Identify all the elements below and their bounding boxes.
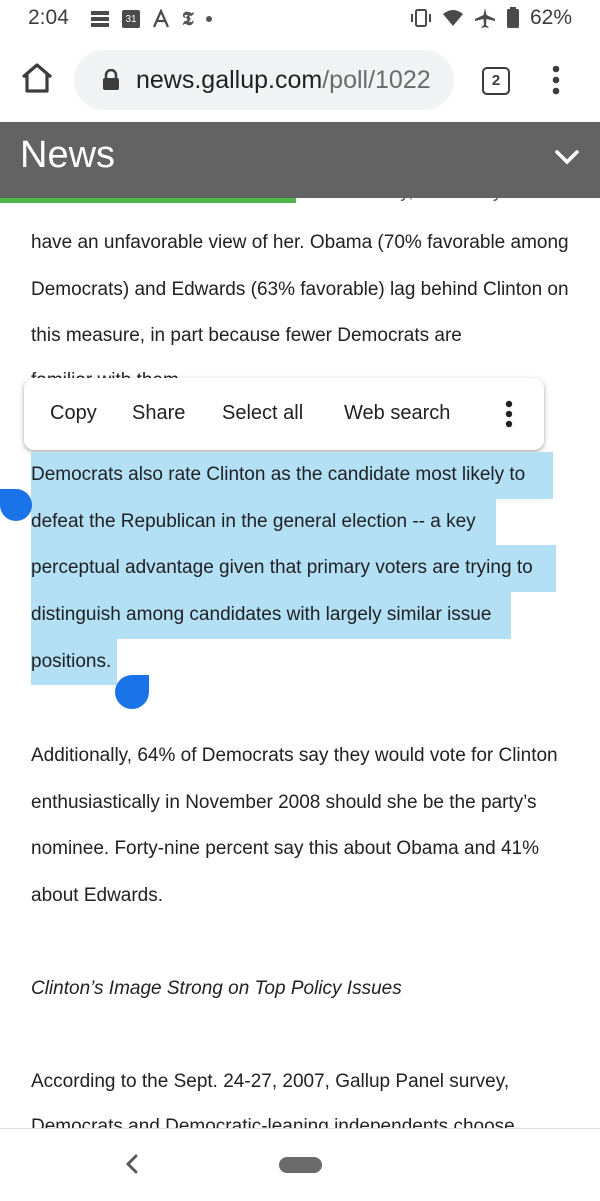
battery-icon [506,7,519,28]
reading-progress-bar [0,198,296,203]
more-vert-icon[interactable] [504,400,514,428]
selected-line: Democrats also rate Clinton as the candi… [31,452,553,499]
site-header: News [0,122,600,198]
selected-line: positions. [31,638,117,686]
dot-icon [205,16,212,22]
url-text[interactable]: news.gallup.com/poll/1022 [136,66,431,95]
lock-icon[interactable] [102,69,120,91]
calendar-icon: 31 [122,10,140,28]
back-arrow-icon[interactable] [124,1151,140,1177]
vibrate-icon [410,9,431,27]
system-icons: 62% [410,6,572,30]
clipped-bottom-text: Democrats and Democratic-leaning indepen… [31,1116,515,1128]
url-domain: news.gallup.com [136,66,323,94]
web-search-button[interactable]: Web search [344,402,450,425]
system-navigation-bar [0,1128,600,1201]
selection-handle-end[interactable] [115,675,149,709]
copy-button[interactable]: Copy [50,402,97,425]
home-icon[interactable] [20,61,54,95]
status-time: 2:04 [28,6,69,29]
article-body-bottom: According to the Sept. 24-27, 2007, Gall… [31,1059,576,1106]
status-bar: 2:04 31 𝕿 62% [0,0,600,40]
text-selection-menu: Copy Share Select all Web search [24,378,544,450]
site-title[interactable]: News [20,134,115,177]
selected-line: distinguish among candidates with largel… [31,592,511,639]
article-subheading-wrap: Clinton’s Image Strong on Top Policy Iss… [31,966,576,1013]
article-body-continued: Additionally, 64% of Democrats say they … [31,733,576,920]
selected-line: defeat the Republican in the general ele… [31,498,496,546]
home-gesture-pill[interactable] [279,1157,322,1173]
more-vert-icon[interactable] [551,65,561,95]
address-bar[interactable]: news.gallup.com/poll/1022 [74,50,454,110]
news-icon [91,11,109,27]
font-icon [152,9,170,28]
browser-toolbar: news.gallup.com/poll/1022 2 [0,40,600,122]
section-subheading: Clinton’s Image Strong on Top Policy Iss… [31,978,402,999]
url-path: /poll/1022 [322,66,431,94]
select-all-button[interactable]: Select all [222,402,303,425]
selected-line: perceptual advantage given that primary … [31,545,556,593]
battery-percent: 62% [529,6,572,29]
airplane-icon [474,8,495,28]
paragraph: Additionally, 64% of Democrats say they … [31,745,558,907]
paragraph: have an unfavorable view of her. Obama (… [31,232,569,347]
selection-handle-start[interactable] [0,489,32,521]
article-body: have an unfavorable view of her. Obama (… [31,220,576,360]
wifi-icon [442,10,463,26]
clipped-text-bottom: Democrats and Democratic-leaning indepen… [31,1116,571,1128]
share-button[interactable]: Share [132,402,185,425]
notification-icons: 31 𝕿 [90,8,212,30]
paragraph: According to the Sept. 24-27, 2007, Gall… [31,1071,510,1092]
tab-switcher-button[interactable]: 2 [482,67,510,95]
chevron-down-icon[interactable] [554,148,580,166]
nyt-icon: 𝕿 [182,8,194,30]
